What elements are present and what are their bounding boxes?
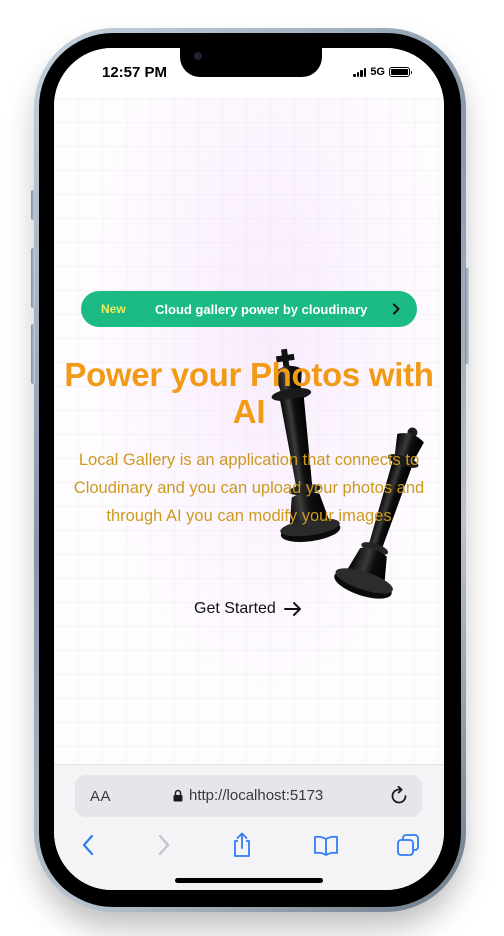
chevron-right-icon: [158, 834, 170, 856]
forward-button[interactable]: [150, 831, 178, 859]
share-icon: [234, 832, 250, 857]
announcement-banner[interactable]: New Cloud gallery power by cloudinary: [81, 291, 417, 327]
battery-icon: [389, 67, 412, 77]
hero-title: Power your Photos with AI: [64, 356, 434, 430]
browser-nav-bar: [54, 831, 444, 861]
share-button[interactable]: [228, 831, 256, 859]
hero-description: Local Gallery is an application that con…: [73, 451, 425, 525]
lock-icon: [173, 789, 183, 802]
tabs-button[interactable]: [394, 831, 422, 859]
phone-action-button: [31, 190, 35, 220]
page: 12:57 PM 5G New Cloud gallery power by c…: [0, 0, 504, 936]
notch: [180, 48, 322, 77]
text-size-button[interactable]: AA: [90, 788, 111, 805]
phone-volume-up-button: [31, 248, 35, 308]
back-button[interactable]: [74, 831, 102, 859]
url-display[interactable]: http://localhost:5173: [173, 787, 323, 804]
get-started-label: Get Started: [194, 600, 276, 617]
chevron-left-icon: [82, 834, 94, 856]
announcement-badge: New: [101, 302, 126, 316]
url-text: http://localhost:5173: [189, 787, 324, 804]
phone-power-button: [465, 268, 469, 364]
get-started-button[interactable]: Get Started: [194, 600, 302, 618]
book-icon: [314, 835, 338, 856]
bookmarks-button[interactable]: [312, 831, 340, 859]
address-bar[interactable]: AA http://localhost:5173: [75, 775, 422, 817]
home-indicator: [175, 878, 323, 883]
arrow-right-icon: [283, 602, 301, 616]
status-indicators: 5G: [353, 66, 412, 78]
phone-screen: 12:57 PM 5G New Cloud gallery power by c…: [54, 48, 444, 890]
browser-toolbar: AA http://localhost:5173: [54, 764, 444, 890]
camera-icon: [194, 52, 202, 60]
phone-volume-down-button: [31, 324, 35, 384]
tabs-icon: [397, 834, 419, 856]
chevron-right-icon: [393, 303, 400, 315]
signal-icon: [353, 67, 367, 77]
network-label: 5G: [370, 66, 385, 78]
status-time: 12:57 PM: [102, 64, 168, 81]
announcement-text: Cloud gallery power by cloudinary: [155, 301, 368, 317]
web-page: New Cloud gallery power by cloudinary Po…: [54, 98, 444, 764]
reload-icon[interactable]: [388, 785, 410, 807]
